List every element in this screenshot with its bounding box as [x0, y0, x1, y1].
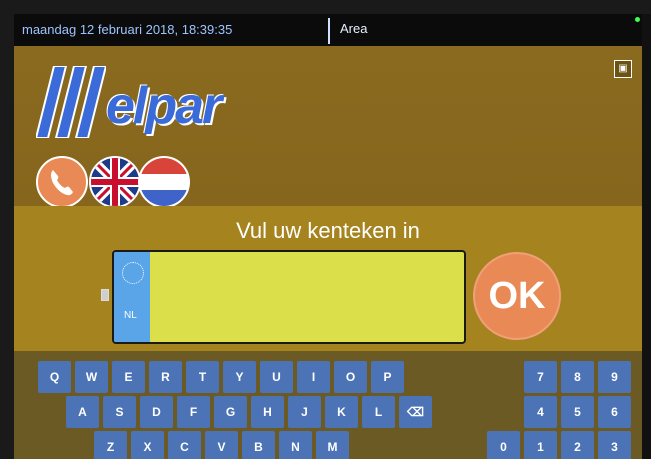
key-s[interactable]: S — [103, 396, 136, 428]
text-caret — [101, 289, 109, 301]
key-n[interactable]: N — [279, 431, 312, 459]
key-1[interactable]: 1 — [524, 431, 557, 459]
key-t[interactable]: T — [186, 361, 219, 393]
key-f[interactable]: F — [177, 396, 210, 428]
key-x[interactable]: X — [131, 431, 164, 459]
key-q[interactable]: Q — [38, 361, 71, 393]
top-divider — [328, 18, 330, 44]
plate-country: NL — [124, 310, 137, 321]
ok-button[interactable]: OK — [473, 252, 561, 340]
key-p[interactable]: P — [371, 361, 404, 393]
key-z[interactable]: Z — [94, 431, 127, 459]
key-g[interactable]: G — [214, 396, 247, 428]
key-y[interactable]: Y — [223, 361, 256, 393]
plate-eu-strip: NL — [114, 252, 150, 342]
uk-flag-icon[interactable] — [89, 156, 141, 208]
eu-stars-icon — [122, 262, 144, 284]
key-2[interactable]: 2 — [561, 431, 594, 459]
status-led — [635, 17, 640, 22]
key-h[interactable]: H — [251, 396, 284, 428]
backspace-icon[interactable]: ⌫ — [399, 396, 432, 428]
bezel-top — [0, 0, 651, 14]
logo-text: elpar — [106, 77, 222, 135]
phone-icon[interactable] — [36, 156, 88, 208]
prompt-text: Vul uw kenteken in — [236, 218, 420, 243]
plate-input[interactable] — [150, 252, 464, 342]
key-a[interactable]: A — [66, 396, 99, 428]
datetime-label: maandag 12 februari 2018, 18:39:35 — [22, 22, 233, 37]
key-0[interactable]: 0 — [487, 431, 520, 459]
key-w[interactable]: W — [75, 361, 108, 393]
screen: maandag 12 februari 2018, 18:39:35 Area … — [14, 14, 642, 459]
key-o[interactable]: O — [334, 361, 367, 393]
key-3[interactable]: 3 — [598, 431, 631, 459]
key-d[interactable]: D — [140, 396, 173, 428]
top-bar: maandag 12 februari 2018, 18:39:35 Area — [14, 14, 642, 46]
key-u[interactable]: U — [260, 361, 293, 393]
key-v[interactable]: V — [205, 431, 238, 459]
key-e[interactable]: E — [112, 361, 145, 393]
logo-stripes-icon — [36, 66, 106, 138]
key-i[interactable]: I — [297, 361, 330, 393]
key-6[interactable]: 6 — [598, 396, 631, 428]
on-screen-keyboard: Q W E R T Y U I O P A S D F G H J K L ⌫ … — [14, 351, 642, 459]
key-8[interactable]: 8 — [561, 361, 594, 393]
area-label: Area — [340, 21, 368, 36]
bezel-left — [0, 0, 14, 459]
key-r[interactable]: R — [149, 361, 182, 393]
nl-flag-icon[interactable] — [138, 156, 190, 208]
header: ▣ elpar — [14, 46, 642, 208]
save-icon[interactable]: ▣ — [614, 60, 632, 78]
license-plate: NL — [112, 250, 466, 344]
key-7[interactable]: 7 — [524, 361, 557, 393]
key-5[interactable]: 5 — [561, 396, 594, 428]
key-c[interactable]: C — [168, 431, 201, 459]
key-9[interactable]: 9 — [598, 361, 631, 393]
key-j[interactable]: J — [288, 396, 321, 428]
plate-entry-panel: Vul uw kenteken in NL OK — [14, 206, 642, 351]
key-k[interactable]: K — [325, 396, 358, 428]
key-b[interactable]: B — [242, 431, 275, 459]
key-m[interactable]: M — [316, 431, 349, 459]
key-4[interactable]: 4 — [524, 396, 557, 428]
key-l[interactable]: L — [362, 396, 395, 428]
